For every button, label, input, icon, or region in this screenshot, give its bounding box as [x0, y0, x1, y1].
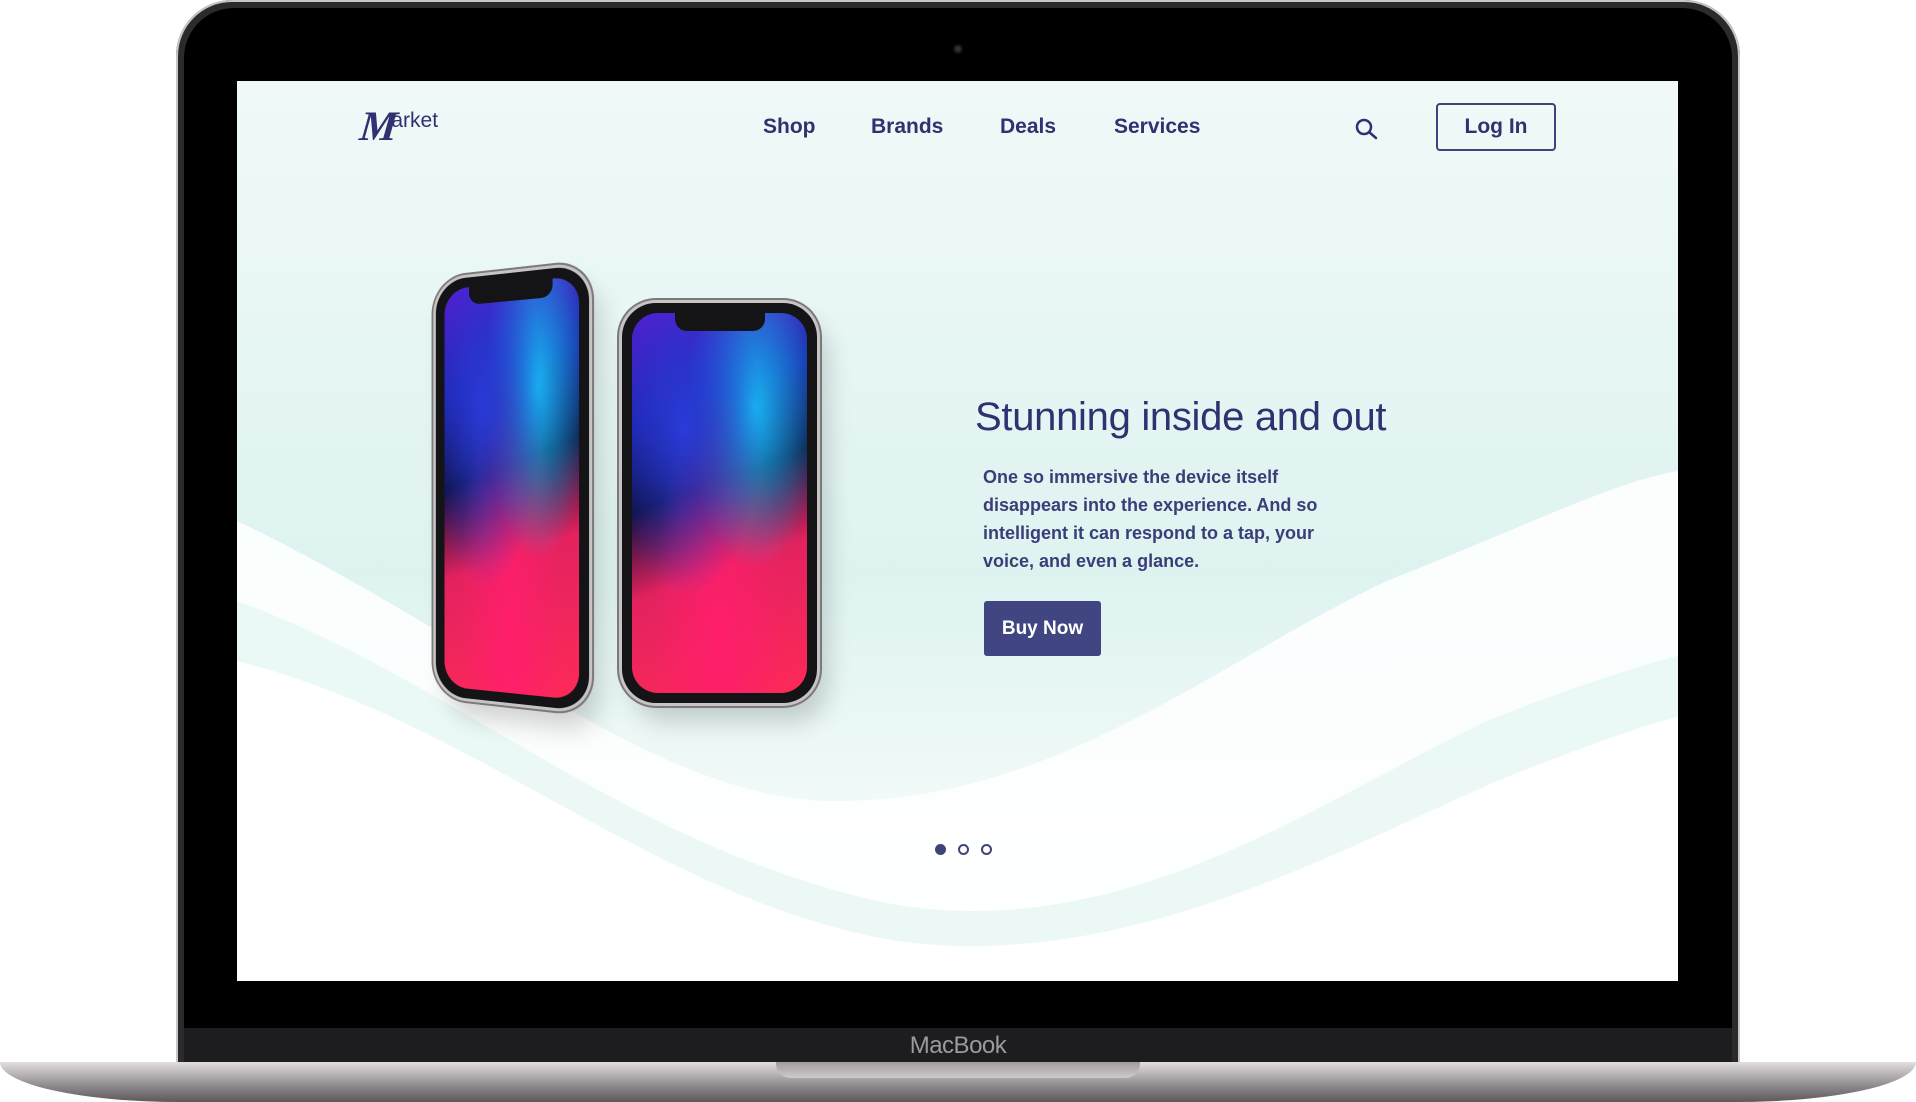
hero-body: One so immersive the device itself disap… [983, 467, 1318, 571]
bezel-chin: MacBook [184, 1028, 1732, 1066]
phone-display [444, 275, 580, 701]
phone-display [632, 313, 807, 693]
search-icon[interactable] [1354, 117, 1378, 141]
device-brand-label: MacBook [909, 1032, 1007, 1059]
phone-image-left [435, 264, 590, 712]
nav-item-services[interactable]: Services [1114, 115, 1200, 139]
website-screen: Market Shop Brands Deals Services Log In… [237, 81, 1678, 981]
nav-item-shop[interactable]: Shop [763, 115, 816, 139]
carousel-dot-1[interactable] [935, 844, 946, 855]
nav-item-deals[interactable]: Deals [1000, 115, 1056, 139]
carousel-dots [935, 844, 992, 855]
hero-headline: Stunning inside and out [975, 395, 1387, 439]
phone-image-right [622, 303, 817, 703]
nav-item-brands[interactable]: Brands [871, 115, 943, 139]
laptop-hinge-notch [776, 1062, 1140, 1078]
login-button[interactable]: Log In [1436, 103, 1556, 151]
carousel-dot-3[interactable] [981, 844, 992, 855]
camera-icon [953, 44, 963, 54]
buy-now-button[interactable]: Buy Now [984, 601, 1101, 656]
phone-notch [674, 313, 765, 331]
carousel-dot-2[interactable] [958, 844, 969, 855]
